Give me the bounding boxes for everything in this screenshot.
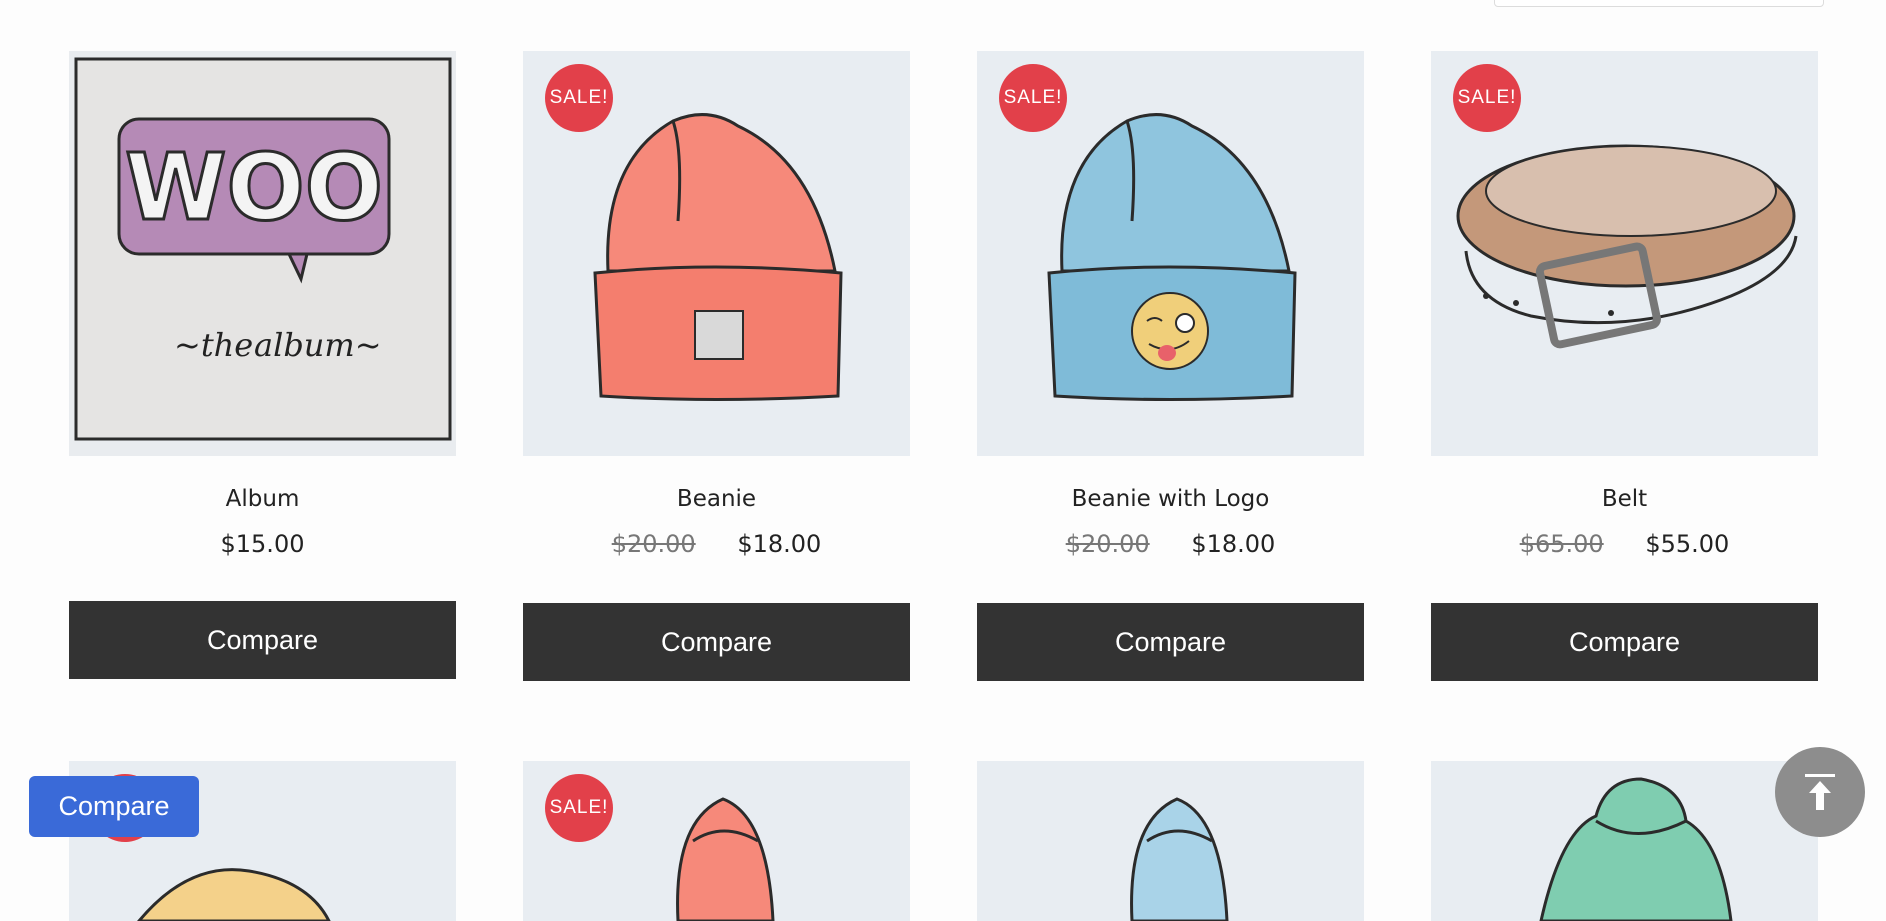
svg-text:~the: ~the	[174, 326, 253, 364]
product-card	[977, 761, 1364, 921]
product-image[interactable]: SALE!	[523, 51, 910, 456]
sort-select[interactable]	[1494, 0, 1824, 7]
sale-badge: SALE!	[545, 64, 613, 132]
scroll-to-top-button[interactable]	[1775, 747, 1865, 837]
product-image[interactable]: WOO ~the album~	[69, 51, 456, 456]
green-hoodie-illustration	[1539, 777, 1733, 921]
compare-button[interactable]: Compare	[977, 603, 1364, 681]
blue-hoodie-illustration	[1130, 797, 1229, 921]
product-price: $20.00 $18.00	[977, 530, 1364, 562]
product-title[interactable]: Beanie with Logo	[977, 486, 1364, 518]
product-image[interactable]: SALE!	[977, 51, 1364, 456]
current-price: $15.00	[220, 530, 305, 558]
compare-button[interactable]: Compare	[1431, 603, 1818, 681]
product-card: SALE!	[523, 761, 910, 921]
regular-price: $20.00	[611, 530, 696, 558]
product-title[interactable]: Belt	[1431, 486, 1818, 518]
sale-price: $55.00	[1645, 530, 1730, 558]
product-image[interactable]	[977, 761, 1364, 921]
product-grid: WOO ~the album~ Album $15.00 Compare SAL…	[69, 51, 1818, 921]
product-price: $15.00	[69, 530, 456, 562]
product-card: WOO ~the album~ Album $15.00 Compare	[69, 51, 456, 681]
svg-text:WOO: WOO	[125, 134, 383, 241]
product-image[interactable]: SALE!	[1431, 51, 1818, 456]
product-title[interactable]: Beanie	[523, 486, 910, 518]
product-card: SALE! Belt $65.00 $55.00 Compare	[1431, 51, 1818, 681]
product-price: $20.00 $18.00	[523, 530, 910, 562]
woo-album-illustration: WOO ~the album~	[69, 51, 456, 456]
compare-button[interactable]: Compare	[523, 603, 910, 681]
regular-price: $20.00	[1065, 530, 1150, 558]
product-title[interactable]: Album	[69, 486, 456, 518]
sale-badge: SALE!	[545, 774, 613, 842]
product-price: $65.00 $55.00	[1431, 530, 1818, 562]
sale-badge: SALE!	[999, 64, 1067, 132]
product-image[interactable]	[1431, 761, 1818, 921]
sale-badge: SALE!	[1453, 64, 1521, 132]
svg-text:album~: album~	[254, 326, 382, 364]
sale-price: $18.00	[737, 530, 822, 558]
regular-price: $65.00	[1519, 530, 1604, 558]
sale-price: $18.00	[1191, 530, 1276, 558]
product-card: SALE! Beanie with Logo $20.00 $18.00 Com…	[977, 51, 1364, 681]
compare-floating-button[interactable]: Compare	[29, 776, 199, 837]
product-card	[1431, 761, 1818, 921]
product-card: SALE! Beanie $20.00 $18.00 Compare	[523, 51, 910, 681]
arrow-up-to-line-icon	[1805, 774, 1835, 810]
product-image[interactable]: SALE!	[523, 761, 910, 921]
compare-button[interactable]: Compare	[69, 601, 456, 679]
